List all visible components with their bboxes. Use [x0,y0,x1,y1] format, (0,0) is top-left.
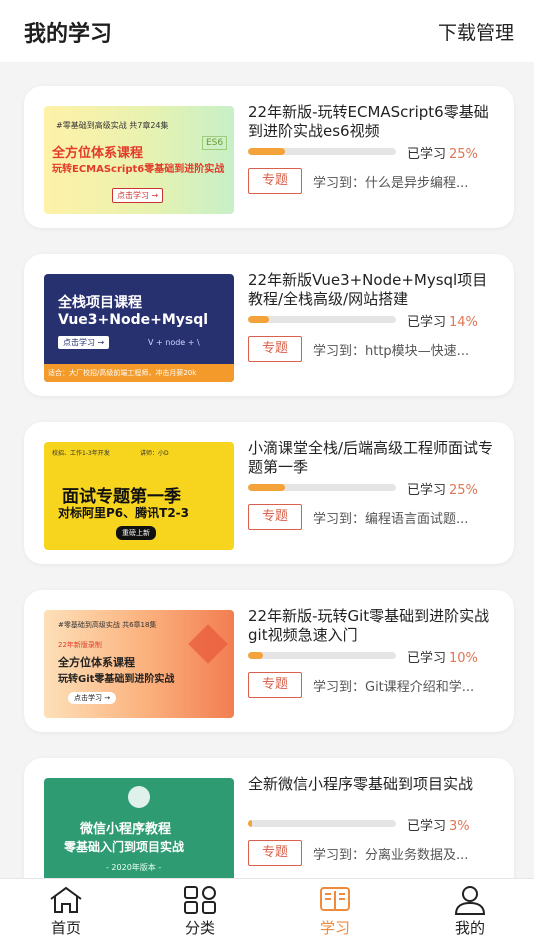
course-card[interactable]: #零基础到高级实战 共6章18集 22年新版录制 全方位体系课程 玩转Git零基… [24,590,514,732]
book-icon [320,887,350,911]
progress-bar [248,820,396,827]
user-icon [454,886,486,915]
progress-label: 已学习 3% [407,819,470,834]
thumb-button: 点击学习 → [58,336,110,349]
course-thumbnail[interactable]: 全栈项目课程 Vue3+Node+Mysql 点击学习 → V + node +… [44,274,234,382]
page-title: 我的学习 [24,22,113,47]
progress-percent: 10% [449,651,478,666]
topic-tag: 专题 [248,168,302,194]
tech-logos-icon: V + node + \ [148,338,200,347]
thumb-line1: 微信小程序教程 [80,822,172,837]
tab-home[interactable]: 首页 [16,879,116,950]
progress-label: 已学习 25% [407,483,478,498]
tab-study[interactable]: 学习 [285,879,385,950]
thumb-top-right: 讲师：小D [140,450,169,457]
tab-label: 分类 [184,919,215,937]
home-icon [50,886,82,913]
category-icon [184,886,216,914]
download-manager-button[interactable]: 下载管理 [438,18,514,45]
course-title[interactable]: 22年新版-玩转ECMAScript6零基础到进阶实战es6视频 [248,103,498,141]
progress-percent: 25% [449,483,478,498]
topic-tag: 专题 [248,504,302,530]
progress-bar [248,652,396,659]
last-learned: 学习到：http模块—快速... [313,344,470,359]
course-title[interactable]: 22年新版-玩转Git零基础到进阶实战 git视频急速入门 [248,607,498,645]
course-thumbnail[interactable]: 校招、工作1-3年开发 讲师：小D 面试专题第一季 对标阿里P6、腾讯T2-3 … [44,442,234,550]
thumb-bottom-text: - 2020年版本 - [106,863,162,872]
progress-percent: 25% [449,147,478,162]
thumb-top-left: 校招、工作1-3年开发 [52,450,110,457]
thumb-badge: 22年新版录制 [58,641,102,649]
topic-tag: 专题 [248,336,302,362]
mini-program-icon [128,786,150,808]
tab-category[interactable]: 分类 [150,879,250,950]
thumb-line2: 对标阿里P6、腾讯T2-3 [58,506,190,520]
thumb-bottom-text: 适合：大厂校招/高级前端工程师，冲击月薪20k [44,364,234,382]
git-logo-icon [188,624,228,664]
es6-badge-icon: ES6 [202,136,228,150]
thumb-line2: 玩转Git零基础到进阶实战 [58,674,175,685]
progress-percent: 14% [449,315,478,330]
thumb-line2: 零基础入门到项目实战 [64,840,185,854]
course-title[interactable]: 小滴课堂全栈/后端高级工程师面试专题第一季 [248,439,498,477]
tab-mine[interactable]: 我的 [420,879,520,950]
topic-tag: 专题 [248,840,302,866]
course-thumbnail[interactable]: 微信小程序教程 零基础入门到项目实战 - 2020年版本 - [44,778,234,880]
tab-label: 我的 [454,919,485,937]
thumb-line2: Vue3+Node+Mysql [58,312,209,328]
progress-percent: 3% [449,819,470,834]
thumb-line1: 全方位体系课程 [58,656,135,669]
course-title[interactable]: 全新微信小程序零基础到项目实战 [248,775,498,794]
progress-bar [248,148,396,155]
progress-bar [248,484,396,491]
course-list[interactable]: #零基础到高级实战 共7章24集 全方位体系课程 玩转ECMAScript6零基… [0,62,534,880]
bottom-tab-bar: 首页 分类 学习 我的 [0,878,534,950]
progress-label: 已学习 25% [407,147,478,162]
course-card[interactable]: #零基础到高级实战 共7章24集 全方位体系课程 玩转ECMAScript6零基… [24,86,514,228]
last-learned: 学习到：编程语言面试题... [313,512,469,527]
topic-tag: 专题 [248,672,302,698]
thumb-top-text: #零基础到高级实战 共6章18集 [58,621,157,629]
thumb-line2: 玩转ECMAScript6零基础到进阶实战 [52,164,225,175]
thumb-button: 重磅上新 [116,526,156,540]
last-learned: 学习到：分离业务数据及... [313,848,469,863]
course-card[interactable]: 微信小程序教程 零基础入门到项目实战 - 2020年版本 - 全新微信小程序零基… [24,758,514,880]
progress-label: 已学习 14% [407,315,478,330]
tab-label: 学习 [319,919,350,937]
course-thumbnail[interactable]: #零基础到高级实战 共6章18集 22年新版录制 全方位体系课程 玩转Git零基… [44,610,234,718]
progress-label: 已学习 10% [407,651,478,666]
progress-bar [248,316,396,323]
last-learned: 学习到：什么是异步编程... [313,176,469,191]
top-bar: 我的学习 下载管理 [0,0,534,62]
course-card[interactable]: 校招、工作1-3年开发 讲师：小D 面试专题第一季 对标阿里P6、腾讯T2-3 … [24,422,514,564]
last-learned: 学习到：Git课程介绍和学... [313,680,475,695]
thumb-line1: 全栈项目课程 [58,295,142,311]
thumb-line1: 全方位体系课程 [52,146,144,161]
thumb-button: 点击学习 → [112,188,164,203]
course-thumbnail[interactable]: #零基础到高级实战 共7章24集 全方位体系课程 玩转ECMAScript6零基… [44,106,234,214]
course-card[interactable]: 全栈项目课程 Vue3+Node+Mysql 点击学习 → V + node +… [24,254,514,396]
thumb-top-text: #零基础到高级实战 共7章24集 [56,121,169,130]
thumb-button: 点击学习 → [68,692,117,704]
course-title[interactable]: 22年新版Vue3+Node+Mysql项目教程/全栈高级/网站搭建 [248,271,498,309]
tab-label: 首页 [50,919,81,937]
